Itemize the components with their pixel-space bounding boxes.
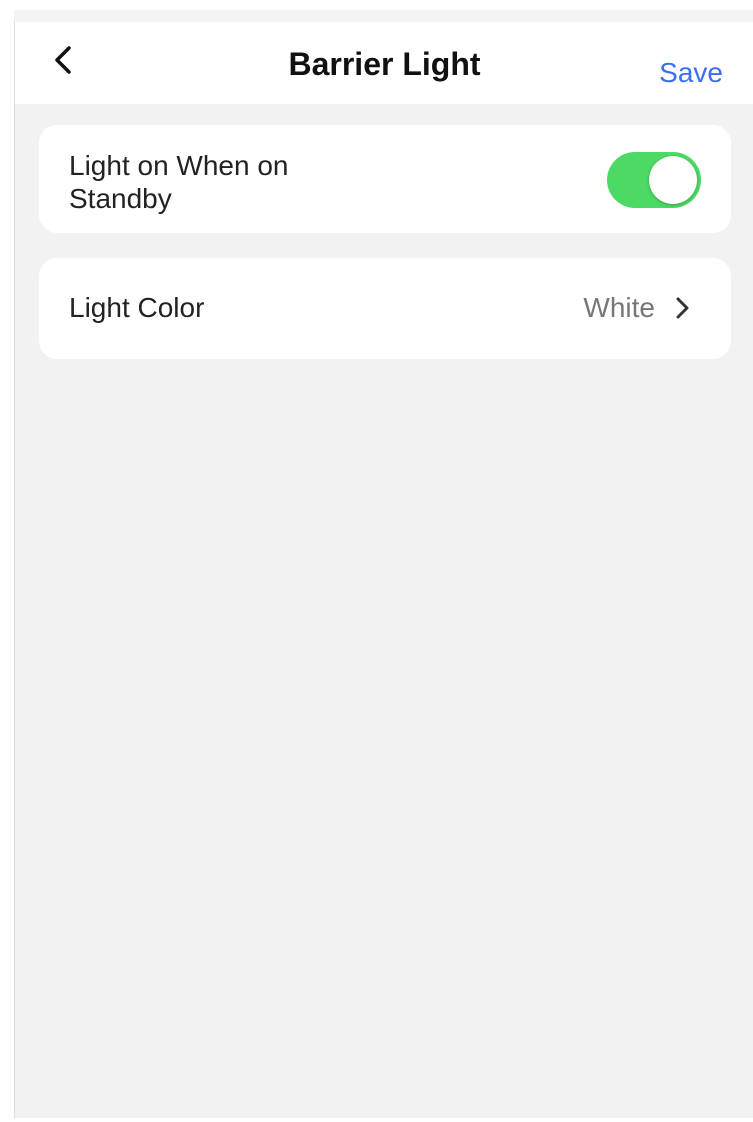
status-strip — [14, 10, 753, 22]
light-color-value: White — [583, 292, 655, 323]
light-color-label: Light Color — [69, 292, 205, 323]
standby-toggle[interactable] — [607, 152, 701, 208]
save-button[interactable]: Save — [659, 56, 723, 90]
standby-label: Light on When on Standby — [69, 150, 289, 214]
standby-setting-row: Light on When on Standby — [39, 125, 731, 233]
page-title: Barrier Light — [288, 46, 481, 82]
settings-screen: Barrier Light Save Light on When on Stan… — [14, 22, 753, 1118]
toggle-knob — [649, 156, 697, 204]
chevron-right-icon — [673, 296, 693, 320]
nav-header: Barrier Light Save — [15, 22, 753, 104]
light-color-row[interactable]: Light Color White — [39, 258, 731, 359]
app-frame: Barrier Light Save Light on When on Stan… — [0, 0, 753, 1122]
